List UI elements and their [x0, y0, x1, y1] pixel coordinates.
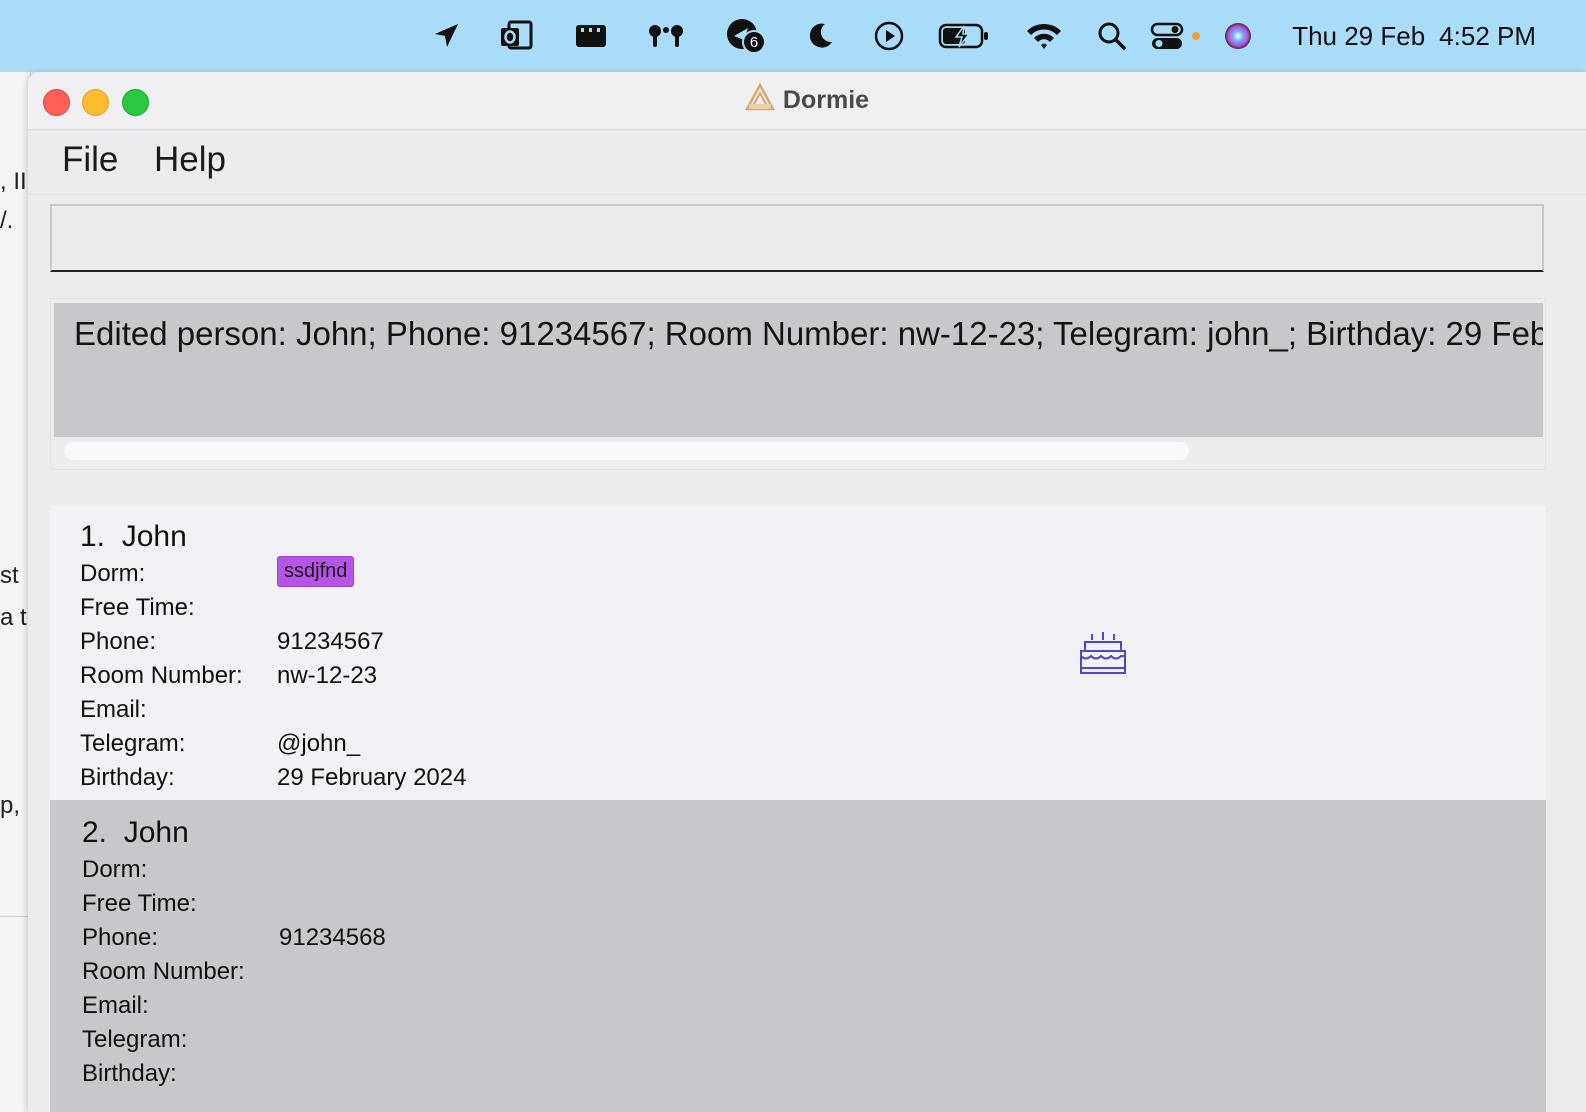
menubar-date: Thu 29 Feb — [1292, 21, 1426, 51]
telegram-label: Telegram: — [80, 730, 186, 757]
room-number-label: Room Number: — [82, 958, 245, 985]
background-divider — [0, 916, 30, 917]
battery-icon[interactable] — [938, 18, 990, 54]
birthday-label: Birthday: — [82, 1060, 177, 1087]
background-text-fragment: p, — [0, 792, 21, 819]
person-card-selected[interactable]: 2. John Dorm: Free Time: Phone: 91234568… — [50, 800, 1546, 1112]
person-name: 2. John — [82, 816, 189, 850]
control-center-icon[interactable] — [1150, 18, 1200, 54]
person-name-text: John — [121, 520, 187, 553]
airpods-icon[interactable] — [646, 18, 686, 54]
app-logo-icon — [744, 82, 776, 119]
person-index: 1. — [80, 520, 106, 553]
person-index: 2. — [82, 816, 108, 849]
person-name: 1. John — [80, 520, 187, 554]
free-time-label: Free Time: — [80, 594, 195, 621]
background-text-fragment: st — [0, 562, 19, 589]
window-title-text: Dormie — [782, 86, 870, 114]
app-window: Dormie File Help Edited person: John; Ph… — [28, 72, 1586, 1112]
moon-icon[interactable] — [804, 18, 836, 54]
notification-badge-count: 6 — [750, 34, 758, 51]
free-time-label: Free Time: — [82, 890, 197, 917]
menubar-time: 4:52 PM — [1439, 21, 1536, 51]
siri-icon[interactable] — [1222, 18, 1254, 54]
search-icon[interactable] — [1096, 18, 1128, 54]
phone-value: 91234568 — [279, 924, 386, 951]
clapperboard-icon[interactable] — [574, 18, 608, 54]
background-document: , II /. st a t p, — [0, 72, 31, 1112]
dorm-label: Dorm: — [82, 856, 148, 883]
window-title: Dormie — [28, 72, 1586, 129]
background-text-fragment: a t — [0, 604, 27, 631]
horizontal-scrollbar[interactable] — [64, 442, 1189, 460]
wifi-icon[interactable] — [1024, 18, 1064, 54]
location-arrow-icon[interactable] — [430, 18, 462, 54]
room-number-label: Room Number: — [80, 662, 243, 689]
notification-badge-icon[interactable]: 6 — [724, 18, 768, 54]
result-display[interactable]: Edited person: John; Phone: 91234567; Ro… — [54, 303, 1543, 437]
phone-label: Phone: — [82, 924, 159, 951]
email-label: Email: — [82, 992, 149, 1019]
person-card[interactable]: 1. John Dorm: ssdjfnd Free Time: Phone: … — [50, 506, 1546, 800]
birthday-cake-icon — [1078, 628, 1128, 683]
menubar-clock[interactable]: Thu 29 Feb 4:52 PM — [1292, 18, 1536, 54]
menu-file[interactable]: File — [62, 140, 118, 180]
person-name-text: John — [123, 816, 189, 849]
title-bar[interactable]: Dormie — [28, 72, 1586, 130]
result-display-panel: Edited person: John; Phone: 91234567; Ro… — [50, 298, 1546, 470]
app-menu-bar: File Help — [28, 130, 1586, 195]
menu-help[interactable]: Help — [154, 140, 226, 180]
birthday-value: 29 February 2024 — [277, 764, 467, 791]
phone-label: Phone: — [80, 628, 157, 655]
telegram-value: @john_ — [277, 730, 361, 757]
command-input[interactable] — [50, 204, 1544, 272]
birthday-label: Birthday: — [80, 764, 175, 791]
dorm-tag: ssdjfnd — [277, 556, 355, 587]
person-list[interactable]: 1. John Dorm: ssdjfnd Free Time: Phone: … — [50, 506, 1546, 1112]
background-text-fragment: , II — [0, 168, 27, 195]
play-icon[interactable] — [872, 18, 906, 54]
email-label: Email: — [80, 696, 147, 723]
dorm-label: Dorm: — [80, 560, 146, 587]
background-text-fragment: /. — [0, 207, 14, 234]
telegram-label: Telegram: — [82, 1026, 188, 1053]
result-message: Edited person: John; Phone: 91234567; Ro… — [74, 315, 1543, 352]
system-menu-bar: 6 Thu 29 Feb 4:52 PM — [0, 0, 1586, 72]
outlook-icon[interactable] — [498, 18, 534, 54]
room-number-value: nw-12-23 — [277, 662, 378, 689]
phone-value: 91234567 — [277, 628, 384, 655]
